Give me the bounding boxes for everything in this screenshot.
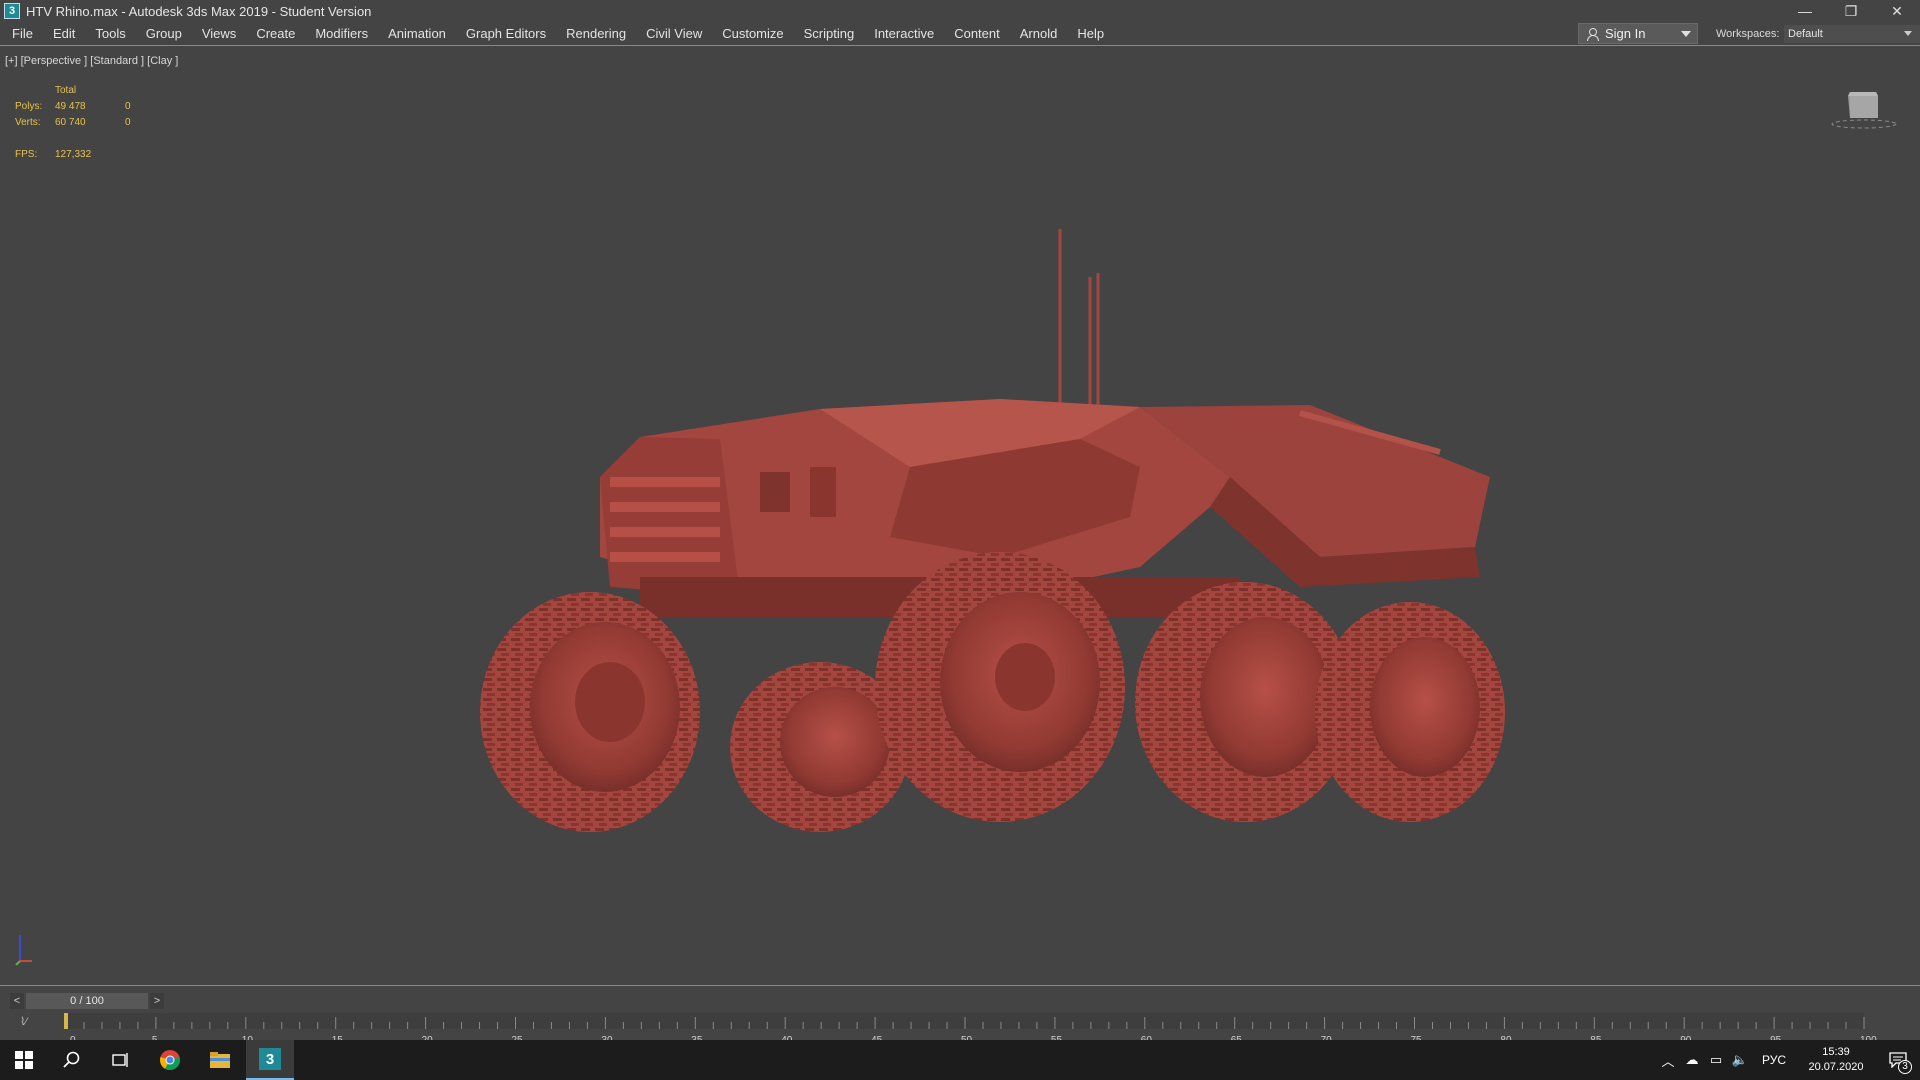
sign-in-button[interactable]: Sign In (1578, 23, 1698, 44)
stats-verts-label: Verts: (15, 117, 41, 128)
language-indicator[interactable]: РУС (1762, 1053, 1786, 1067)
chevron-down-icon (1681, 30, 1691, 37)
stats-fps-value: 127,332 (55, 149, 92, 160)
title-bar: 3 HTV Rhino.max - Autodesk 3ds Max 2019 … (0, 0, 1920, 22)
notification-count-badge: 3 (1898, 1060, 1912, 1074)
stats-total-header: Total (55, 85, 77, 96)
menu-interactive[interactable]: Interactive (864, 22, 944, 46)
menu-content[interactable]: Content (944, 22, 1010, 46)
search-button[interactable] (48, 1040, 96, 1080)
folder-icon (210, 1052, 230, 1068)
time-slider-prev-button[interactable]: < (10, 993, 24, 1009)
workspaces-dropdown[interactable]: Default (1784, 25, 1920, 43)
rover-model[interactable] (440, 177, 1600, 857)
menu-customize[interactable]: Customize (712, 22, 793, 46)
clock[interactable]: 15:39 20.07.2020 (1796, 1045, 1876, 1075)
current-frame-marker[interactable] (64, 1013, 68, 1029)
menu-create[interactable]: Create (246, 22, 305, 46)
menu-group[interactable]: Group (136, 22, 192, 46)
stats-polys-selected: 0 (125, 101, 131, 112)
windows-taskbar: 3 ︿ ☁ ▭ 🔈 РУС 15:39 20.07.2020 3 (0, 1040, 1920, 1080)
window-controls: — ❐ ✕ (1782, 0, 1920, 22)
stats-fps-label: FPS: (15, 149, 38, 160)
start-button[interactable] (0, 1040, 48, 1080)
onedrive-cloud-icon[interactable]: ☁ (1680, 1040, 1704, 1080)
axis-gizmo-icon (15, 935, 32, 966)
window-title: HTV Rhino.max - Autodesk 3ds Max 2019 - … (26, 3, 372, 19)
menu-views[interactable]: Views (192, 22, 246, 46)
stats-verts-selected: 0 (125, 117, 131, 128)
workspaces-label: Workspaces: (1716, 28, 1780, 40)
menu-graph-editors[interactable]: Graph Editors (456, 22, 556, 46)
workspaces-value: Default (1788, 28, 1823, 40)
user-icon (1585, 27, 1599, 41)
restore-button[interactable]: ❐ (1828, 0, 1874, 22)
menu-tools[interactable]: Tools (85, 22, 135, 46)
menu-help[interactable]: Help (1067, 22, 1114, 46)
chevron-down-icon (1904, 31, 1912, 36)
chrome-icon (160, 1050, 180, 1071)
stats-polys-label: Polys: (15, 101, 43, 112)
menu-arnold[interactable]: Arnold (1010, 22, 1068, 46)
3dsmax-icon: 3 (259, 1048, 281, 1070)
taskbar-3dsmax[interactable]: 3 (246, 1040, 294, 1080)
viewcube-icon[interactable] (1828, 82, 1898, 132)
system-tray: ︿ ☁ ▭ 🔈 РУС 15:39 20.07.2020 3 (1656, 1040, 1920, 1080)
menu-modifiers[interactable]: Modifiers (305, 22, 378, 46)
action-center-button[interactable]: 3 (1876, 1040, 1920, 1080)
menu-civil-view[interactable]: Civil View (636, 22, 712, 46)
taskbar-file-explorer[interactable] (196, 1040, 244, 1080)
minimize-button[interactable]: — (1782, 0, 1828, 22)
timeline-panel: < 0 / 100 > ⌇∕ 0510152025303540455055606… (0, 987, 1920, 1047)
perspective-viewport[interactable]: [+] [Perspective ] [Standard ] [Clay ] T… (0, 47, 1920, 986)
stats-polys-value: 49 478 (55, 101, 86, 112)
menu-rendering[interactable]: Rendering (556, 22, 636, 46)
task-view-button[interactable] (96, 1040, 144, 1080)
network-icon[interactable]: ▭ (1704, 1040, 1728, 1080)
windows-logo-icon (15, 1051, 33, 1069)
sign-in-label: Sign In (1605, 26, 1646, 41)
menu-edit[interactable]: Edit (43, 22, 85, 46)
menu-scripting[interactable]: Scripting (794, 22, 865, 46)
task-view-icon (112, 1053, 128, 1067)
app-icon[interactable]: 3 (4, 3, 20, 19)
clock-time: 15:39 (1822, 1046, 1850, 1058)
close-button[interactable]: ✕ (1874, 0, 1920, 22)
chevron-up-icon[interactable]: ︿ (1656, 1040, 1680, 1080)
clock-date: 20.07.2020 (1808, 1061, 1864, 1073)
menu-animation[interactable]: Animation (378, 22, 456, 46)
search-icon (63, 1051, 80, 1068)
stats-verts-value: 60 740 (55, 117, 86, 128)
viewport-label-menu[interactable]: [+] [Perspective ] [Standard ] [Clay ] (5, 55, 178, 67)
time-slider[interactable]: 0 / 100 (26, 993, 148, 1009)
taskbar-chrome[interactable] (146, 1040, 194, 1080)
volume-icon[interactable]: 🔈 (1728, 1040, 1752, 1080)
menu-file[interactable]: File (0, 22, 43, 46)
time-slider-track: < 0 / 100 > (10, 993, 164, 1009)
time-slider-next-button[interactable]: > (150, 993, 164, 1009)
